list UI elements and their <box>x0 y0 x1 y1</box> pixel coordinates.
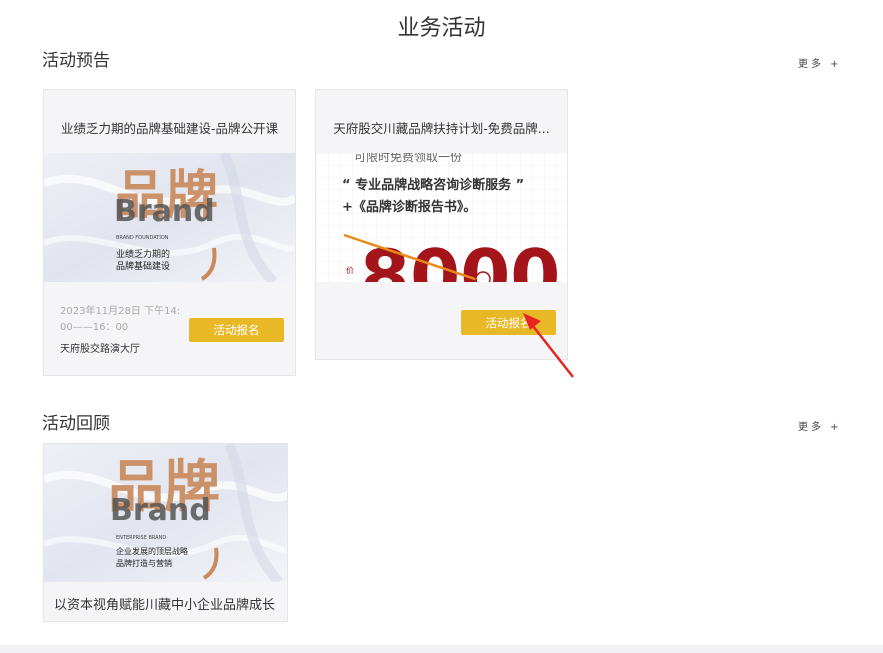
section-title-review: 活动回顾 <box>42 414 110 434</box>
signup-button-1[interactable]: 活动报名 <box>189 318 284 342</box>
section-title-upcoming: 活动预告 <box>42 51 110 71</box>
review-poster-svg: 品牌 Brand ENTERPRISE BRAND 企业发展的顶层战略 品牌打造… <box>44 444 287 582</box>
poster-brand-word: Brand <box>114 194 215 229</box>
poster-line-2: 品牌基础建设 <box>116 260 170 272</box>
event-poster-svg: 可限时免费领取一份 “ 专业品牌战略咨询诊断服务 ” +《品牌诊断报告书》。 价… <box>316 153 567 282</box>
event-poster-image[interactable]: 品牌 Brand BRAND FOUNDATION 业绩乏力期的 品牌基础建设 <box>44 153 295 282</box>
review-caption[interactable]: 以资本视角赋能川藏中小企业品牌成长 <box>54 594 275 613</box>
event-poster-image[interactable]: 可限时免费领取一份 “ 专业品牌战略咨询诊断服务 ” +《品牌诊断报告书》。 价… <box>316 153 567 282</box>
more-link-review[interactable]: 更多 + <box>798 418 842 433</box>
page-title: 业务活动 <box>397 16 486 41</box>
poster-line-1: “ 专业品牌战略咨询诊断服务 ” <box>342 177 524 193</box>
event-card-title[interactable]: 业绩乏力期的品牌基础建设-品牌公开课 <box>44 118 295 137</box>
event-datetime-line-2: 00——16：00 <box>60 322 129 333</box>
event-venue: 天府股交路演大厅 <box>60 344 140 355</box>
review-card-1[interactable]: 品牌 Brand ENTERPRISE BRAND 企业发展的顶层战略 品牌打造… <box>43 443 288 622</box>
poster-line-2: 品牌打造与营销 <box>116 558 172 568</box>
event-poster-svg: 品牌 Brand BRAND FOUNDATION 业绩乏力期的 品牌基础建设 <box>44 153 295 282</box>
poster-line-2: +《品牌诊断报告书》。 <box>342 199 476 215</box>
poster-price-tag: 价 <box>346 266 354 275</box>
poster-line-1: 业绩乏力期的 <box>116 248 170 260</box>
review-poster-image[interactable]: 品牌 Brand ENTERPRISE BRAND 企业发展的顶层战略 品牌打造… <box>44 444 287 582</box>
poster-subtitle-small: ENTERPRISE BRAND <box>116 535 166 541</box>
event-datetime-line-1: 2023年11月28日 下午14: <box>60 306 181 317</box>
event-card-1[interactable]: 业绩乏力期的品牌基础建设-品牌公开课 品牌 Brand BRAND FOUNDA… <box>43 89 296 376</box>
poster-brand-word: Brand <box>110 493 211 528</box>
footer-band <box>0 645 883 653</box>
annotation-arrow-icon <box>523 313 574 378</box>
event-datetime: 2023年11月28日 下午14: 00——16：00 <box>60 304 180 336</box>
poster-top-cut-text: 可限时免费领取一份 <box>354 153 462 164</box>
poster-subtitle-small: BRAND FOUNDATION <box>116 235 169 241</box>
poster-line-1: 企业发展的顶层战略 <box>116 546 188 556</box>
event-card-title[interactable]: 天府股交川藏品牌扶持计划-免费品牌... <box>316 118 567 137</box>
more-link-upcoming[interactable]: 更多 + <box>798 55 842 70</box>
